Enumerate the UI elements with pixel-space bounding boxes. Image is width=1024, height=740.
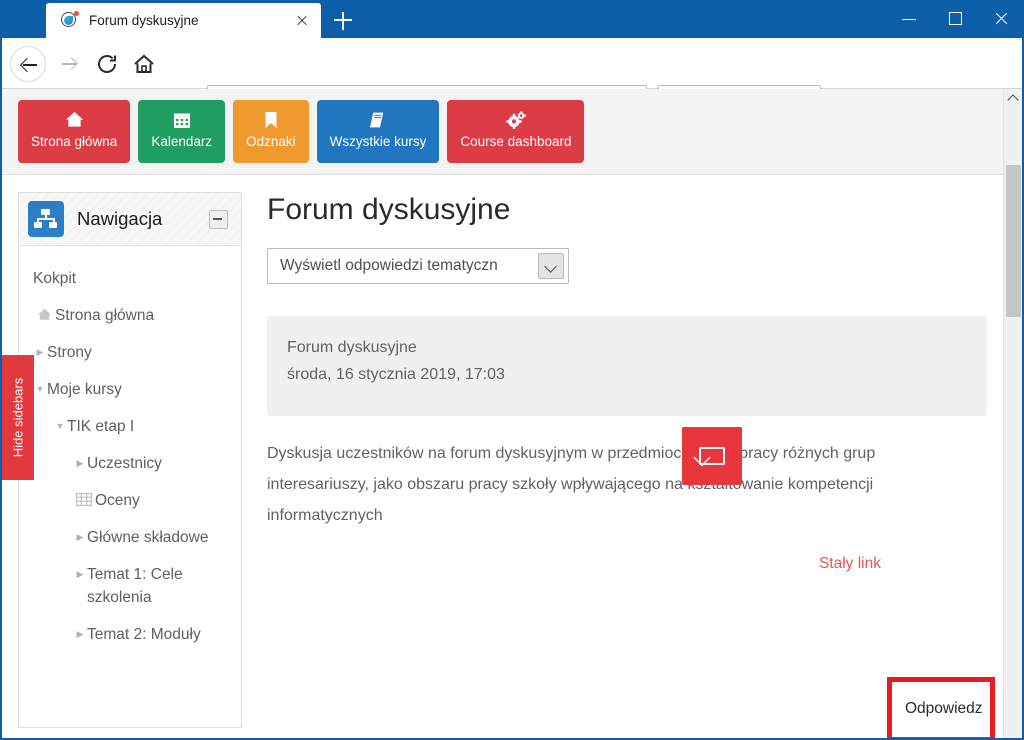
- nav-item-label: Kokpit: [33, 270, 77, 287]
- navigation-block-minimize-button[interactable]: [209, 209, 228, 229]
- chevron-right-icon[interactable]: ▶: [73, 623, 87, 646]
- permalink-link[interactable]: Stały link: [819, 555, 881, 573]
- chevron-down-icon[interactable]: [538, 253, 564, 279]
- nav-item-oceny[interactable]: Oceny: [19, 482, 241, 519]
- nav-item-label: Moje kursy: [47, 381, 122, 398]
- chevron-right-icon[interactable]: ▶: [73, 452, 87, 475]
- back-button[interactable]: [10, 46, 46, 82]
- nav-item-label: Temat 1: Cele szkolenia: [87, 566, 183, 606]
- navigation-block: Nawigacja Kokpit Strona główna ▶ Strony …: [18, 192, 242, 728]
- navigation-block-header: Nawigacja: [19, 193, 241, 246]
- chevron-right-icon[interactable]: ▶: [33, 341, 47, 364]
- home-icon: [33, 304, 55, 327]
- site-nav-buttons: Strona główna Kalendarz Odznaki Wszystki…: [18, 100, 585, 163]
- nav-item-glowne-skladowe[interactable]: ▶ Główne składowe: [19, 519, 241, 556]
- nav-item-moje-kursy[interactable]: ▼ Moje kursy: [19, 371, 241, 408]
- chevron-down-icon[interactable]: ▼: [53, 415, 67, 438]
- home-icon: [65, 111, 84, 132]
- post-date: środa, 16 stycznia 2019, 17:03: [287, 366, 505, 383]
- browser-toolbar: https://elearning.kiss.pl/mod/for: [2, 38, 1022, 118]
- nav-item-label: Strony: [47, 344, 92, 361]
- navigation-tree: Kokpit Strona główna ▶ Strony ▼ Moje kur…: [19, 246, 241, 663]
- grid-icon: [73, 489, 95, 512]
- window-close-button[interactable]: [978, 0, 1024, 38]
- nav-button-label: Odznaki: [246, 134, 296, 149]
- nav-item-label: Główne składowe: [87, 529, 209, 546]
- tab-title: Forum dyskusyjne: [89, 13, 199, 28]
- nav-item-label: Uczestnicy: [87, 455, 162, 472]
- web-page-content: Strona główna Kalendarz Odznaki Wszystki…: [2, 89, 1005, 738]
- navigation-block-title: Nawigacja: [77, 208, 163, 229]
- forward-button[interactable]: [54, 48, 86, 80]
- calendar-icon: [173, 111, 191, 132]
- nav-item-kokpit[interactable]: Kokpit: [19, 260, 241, 297]
- chevron-right-icon[interactable]: ▶: [73, 526, 87, 549]
- post-subject: Forum dyskusyjne: [287, 339, 417, 356]
- post-header-box: Forum dyskusyjne środa, 16 stycznia 2019…: [267, 316, 987, 416]
- home-button[interactable]: [128, 48, 160, 80]
- nav-item-strony[interactable]: ▶ Strony: [19, 334, 241, 371]
- post-footer: Stały link: [267, 551, 987, 585]
- envelope-icon: [699, 447, 725, 465]
- page-title: Forum dyskusyjne: [267, 193, 511, 226]
- hide-sidebars-tab[interactable]: Hide sidebars: [2, 355, 34, 480]
- mail-subscribe-button[interactable]: [682, 427, 742, 485]
- browser-tab[interactable]: Forum dyskusyjne: [46, 3, 321, 38]
- nav-button-course-dashboard[interactable]: Course dashboard: [447, 100, 585, 163]
- window-maximize-button[interactable]: [932, 0, 978, 38]
- chevron-down-icon[interactable]: ▼: [33, 378, 47, 401]
- nav-item-label: Strona główna: [55, 307, 155, 324]
- nav-button-label: Kalendarz: [151, 134, 213, 149]
- nav-item-label: Temat 2: Moduły: [87, 626, 201, 643]
- window-border-left: [0, 0, 2, 740]
- sitemap-icon: [28, 201, 64, 237]
- gears-icon: [506, 111, 526, 132]
- display-mode-select[interactable]: Wyświetl odpowiedzi tematyczn: [267, 248, 569, 284]
- nav-button-strona-glowna[interactable]: Strona główna: [18, 100, 131, 163]
- vertical-scrollbar[interactable]: [1003, 89, 1022, 738]
- nav-item-uczestnicy[interactable]: ▶ Uczestnicy: [19, 445, 241, 482]
- nav-button-wszystkie-kursy[interactable]: Wszystkie kursy: [316, 100, 440, 163]
- nav-item-strona-glowna[interactable]: Strona główna: [19, 297, 241, 334]
- site-nav-strip: Strona główna Kalendarz Odznaki Wszystki…: [2, 89, 1005, 175]
- window-minimize-button[interactable]: [886, 0, 932, 38]
- display-mode-select-value: Wyświetl odpowiedzi tematyczn: [280, 257, 498, 274]
- reply-link[interactable]: Odpowiedz: [905, 700, 987, 718]
- hide-sidebars-label: Hide sidebars: [10, 377, 26, 458]
- nav-item-label: Oceny: [95, 492, 140, 509]
- nav-button-label: Strona główna: [31, 134, 118, 149]
- reload-button[interactable]: [91, 48, 123, 80]
- nav-button-kalendarz[interactable]: Kalendarz: [138, 100, 226, 163]
- chevron-right-icon[interactable]: ▶: [73, 563, 87, 586]
- nav-item-tik-etap-i[interactable]: ▼ TIK etap I: [19, 408, 241, 445]
- scroll-up-icon[interactable]: [1004, 89, 1022, 107]
- nav-item-temat-1[interactable]: ▶ Temat 1: Cele szkolenia: [19, 556, 241, 616]
- browser-window: Forum dyskusyjne h: [0, 0, 1024, 740]
- nav-button-odznaki[interactable]: Odznaki: [233, 100, 309, 163]
- nav-item-temat-2[interactable]: ▶ Temat 2: Moduły: [19, 616, 241, 653]
- scrollbar-thumb[interactable]: [1006, 165, 1021, 317]
- nav-item-label: TIK etap I: [67, 418, 135, 435]
- tab-favicon: [61, 11, 79, 29]
- main-content: Forum dyskusyjne Wyświetl odpowiedzi tem…: [267, 192, 989, 585]
- new-tab-button[interactable]: [330, 8, 356, 34]
- tab-close-icon[interactable]: [289, 8, 315, 34]
- nav-button-label: Wszystkie kursy: [329, 134, 427, 149]
- post-body: Dyskusja uczestników na forum dyskusyjny…: [267, 445, 876, 524]
- nav-button-label: Course dashboard: [460, 134, 572, 149]
- bookmark-icon: [264, 111, 278, 132]
- book-icon: [369, 111, 387, 132]
